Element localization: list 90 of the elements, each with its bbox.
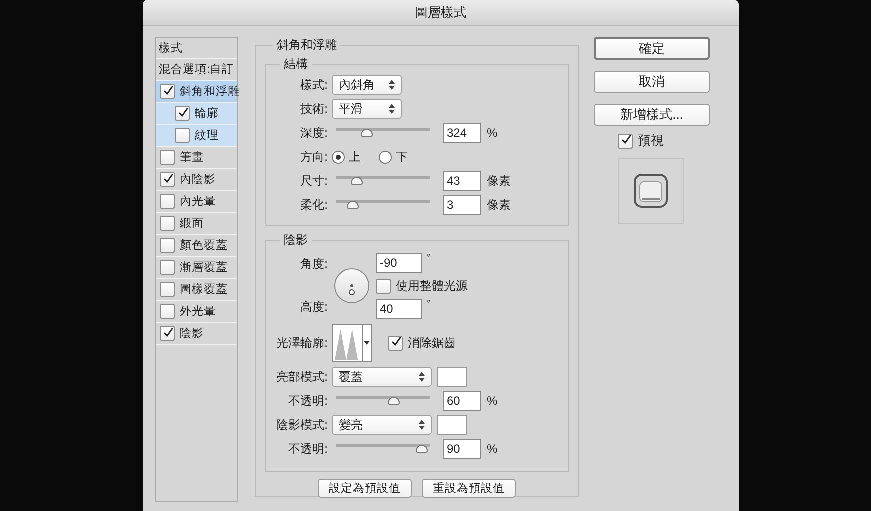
input-field[interactable]: -90: [376, 253, 422, 273]
checkbox[interactable]: [160, 194, 175, 209]
dialog-button[interactable]: 新增樣式...: [594, 104, 710, 126]
input-field[interactable]: 43: [443, 171, 481, 191]
style-list-item[interactable]: 圖樣覆蓋: [156, 279, 237, 301]
field-label: 樣式:: [300, 76, 329, 94]
preset-button[interactable]: 設定為預設值: [318, 479, 412, 498]
slider-thumb[interactable]: [388, 397, 400, 405]
unit-label: %: [487, 394, 498, 408]
field-label: 不透明:: [288, 440, 329, 458]
angle-dial-icon[interactable]: [334, 268, 370, 304]
field-label: 陰影模式:: [276, 416, 329, 434]
style-list-item[interactable]: 斜角和浮雕: [156, 81, 237, 103]
checkbox[interactable]: [160, 304, 175, 319]
checkbox[interactable]: [175, 106, 190, 121]
checkbox[interactable]: [160, 260, 175, 275]
color-swatch[interactable]: [437, 415, 467, 435]
checkbox[interactable]: [160, 282, 175, 297]
slider-thumb[interactable]: [350, 177, 363, 185]
checkbox[interactable]: [388, 336, 403, 350]
preset-button[interactable]: 重設為預設值: [422, 479, 516, 498]
checkbox[interactable]: [175, 128, 190, 143]
field-label: 角度:: [300, 256, 329, 273]
input-field[interactable]: 324: [443, 123, 481, 143]
unit-label: 像素: [487, 172, 511, 190]
style-list-item[interactable]: 陰影: [156, 323, 237, 345]
field-label: 方向:: [300, 148, 329, 166]
dialog-button[interactable]: 取消: [594, 71, 710, 93]
style-list-item[interactable]: 顏色覆蓋: [156, 235, 237, 257]
field-label: 深度:: [300, 124, 329, 142]
dialog-button[interactable]: 確定: [594, 37, 710, 60]
unit-label: °: [427, 299, 431, 310]
checkbox[interactable]: [160, 150, 175, 165]
radio-label: 下: [396, 148, 408, 166]
updown-arrows-icon: [389, 80, 395, 90]
input-field[interactable]: 3: [443, 195, 481, 215]
checkbox-label: 預視: [638, 132, 664, 150]
group-title: 陰影: [284, 233, 308, 247]
contour-picker[interactable]: [332, 324, 372, 362]
input-field[interactable]: 40: [376, 299, 422, 319]
style-list-item[interactable]: 外光暈: [156, 301, 237, 323]
slider-thumb[interactable]: [346, 201, 359, 209]
field-label: 亮部模式:: [276, 368, 329, 386]
field-label: 尺寸:: [300, 172, 329, 190]
style-list-item[interactable]: 輪廓: [156, 103, 237, 125]
blend-mode-dropdown[interactable]: 覆蓋: [332, 367, 432, 387]
checkbox[interactable]: [160, 84, 175, 99]
group-title: 結構: [284, 57, 308, 71]
unit-label: %: [487, 126, 498, 140]
field-label: 不透明:: [288, 392, 329, 410]
slider-thumb[interactable]: [361, 129, 374, 137]
caret-icon: [363, 341, 371, 345]
field-label: 高度:: [300, 299, 329, 316]
style-list-item[interactable]: 內光暈: [156, 191, 237, 213]
checkbox[interactable]: [160, 216, 175, 231]
radio-button[interactable]: [379, 150, 392, 164]
list-header: 樣式: [156, 38, 237, 59]
style-list-item[interactable]: 漸層覆蓋: [156, 257, 237, 279]
unit-label: 像素: [487, 196, 511, 214]
checkbox-label: 使用整體光源: [396, 278, 468, 294]
technique-dropdown[interactable]: 平滑: [332, 99, 402, 119]
style-list-item[interactable]: 內陰影: [156, 169, 237, 191]
blend-mode-dropdown[interactable]: 變亮: [332, 415, 432, 435]
checkbox[interactable]: [160, 238, 175, 253]
input-field[interactable]: 60: [443, 391, 481, 411]
slider-thumb[interactable]: [416, 445, 428, 453]
checkbox[interactable]: [618, 134, 633, 148]
style-list-item[interactable]: 紋理: [156, 125, 237, 147]
section-title: 斜角和浮雕: [277, 38, 337, 52]
radio-button[interactable]: [332, 150, 345, 164]
rounded-square-icon: [634, 174, 668, 208]
updown-arrows-icon: [389, 104, 395, 114]
style-dropdown[interactable]: 內斜角: [332, 75, 402, 95]
unit-label: %: [487, 442, 498, 456]
radio-label: 上: [349, 148, 361, 166]
field-label: 柔化:: [300, 196, 329, 214]
unit-label: °: [427, 253, 431, 264]
input-field[interactable]: 90: [443, 439, 481, 459]
updown-arrows-icon: [419, 420, 425, 430]
checkbox[interactable]: [160, 172, 175, 187]
checkbox[interactable]: [160, 326, 175, 341]
checkbox[interactable]: [376, 278, 391, 294]
color-swatch[interactable]: [437, 367, 467, 387]
checkbox-label: 消除鋸齒: [408, 334, 456, 352]
style-list-item[interactable]: 筆畫: [156, 147, 237, 169]
updown-arrows-icon: [419, 372, 425, 382]
field-label: 技術:: [300, 100, 329, 118]
window-title: 圖層樣式: [415, 4, 467, 22]
field-label: 光澤輪廓:: [276, 334, 329, 352]
style-list-item[interactable]: 緞面: [156, 213, 237, 235]
